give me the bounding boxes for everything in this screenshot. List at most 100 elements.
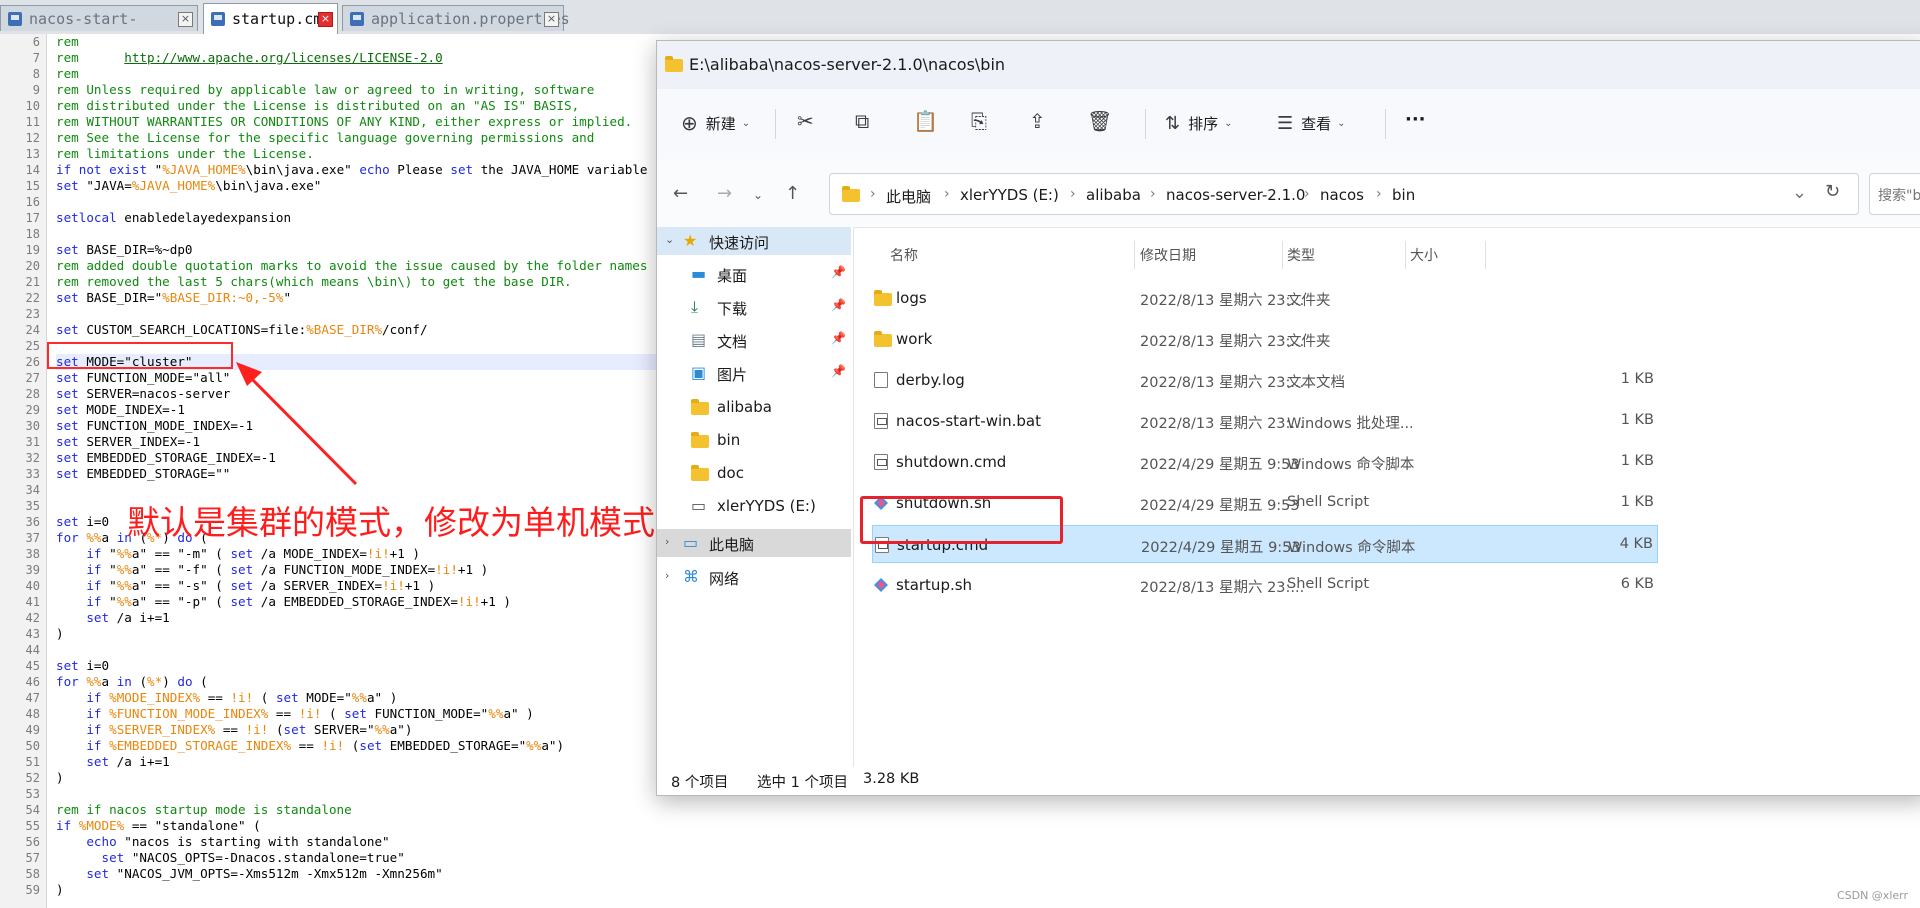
nav-item[interactable]: ⌄ ★ 快速访问 (657, 227, 851, 255)
separator (775, 109, 776, 139)
breadcrumb-item[interactable]: nacos (1320, 186, 1364, 204)
column-header-size[interactable]: 大小 (1410, 245, 1438, 265)
recent-chevron-icon[interactable]: ⌄ (753, 188, 763, 202)
file-row[interactable]: logs 2022/8/13 星期六 23:... 文件夹 (872, 279, 1658, 317)
folder-icon (874, 290, 892, 306)
column-header-type[interactable]: 类型 (1287, 245, 1315, 265)
view-label: 查看 (1301, 115, 1332, 133)
search-box[interactable]: 搜索"bin" (1869, 173, 1920, 215)
file-date: 2022/8/13 星期六 23:... (1140, 416, 1305, 432)
address-dropdown-icon[interactable]: ⌄ (1792, 182, 1807, 203)
nav-item[interactable]: bin (657, 426, 851, 454)
breadcrumb-item[interactable]: alibaba (1086, 186, 1141, 204)
window-title: E:\alibaba\nacos-server-2.1.0\nacos\bin (689, 55, 1006, 74)
nav-item[interactable]: › ⌘ 网络 (657, 563, 851, 591)
new-label: 新建 (705, 114, 736, 133)
folder-icon (665, 56, 683, 72)
column-divider[interactable] (1405, 241, 1406, 269)
nav-item[interactable]: › ▭ 此电脑 (657, 529, 851, 557)
file-row[interactable]: nacos-start-win.bat 2022/8/13 星期六 23:... W… (872, 402, 1658, 440)
nav-item[interactable]: ⤓ 下载 📌 (657, 293, 851, 321)
rename-button[interactable]: ⎘ (971, 109, 987, 133)
file-name: nacos-start-win.bat (896, 412, 1042, 430)
expand-icon[interactable]: › (665, 569, 669, 582)
item-count: 8 个项目 (671, 775, 729, 791)
pin-icon[interactable]: 📌 (831, 364, 846, 378)
file-row[interactable]: shutdown.cmd 2022/4/29 星期五 9:53 Windows 命令… (872, 443, 1658, 481)
drive-icon: ▭ (691, 496, 707, 515)
file-date: 2022/8/13 星期六 23:... (1140, 334, 1305, 350)
column-divider[interactable] (1485, 241, 1486, 269)
computer-icon: ▭ (683, 533, 699, 552)
watermark: CSDN @xlerr (1836, 889, 1908, 902)
new-button[interactable]: ⊕ 新建 ⌄ (681, 111, 750, 135)
expand-icon[interactable]: › (665, 535, 669, 548)
nav-item[interactable]: alibaba (657, 393, 851, 421)
delete-button[interactable]: 🗑 (1087, 109, 1112, 133)
picture-icon: ▣ (691, 363, 707, 382)
folder-icon (691, 432, 709, 448)
view-button[interactable]: ☰ 查看 ⌄ (1277, 113, 1346, 134)
pin-icon[interactable]: 📌 (831, 298, 846, 312)
file-name: startup.sh (896, 576, 973, 594)
selection-count: 选中 1 个项目 (757, 775, 848, 791)
file-type: Windows 命令脚本 (1288, 540, 1416, 556)
nav-item-label: 文档 (717, 333, 748, 351)
command-bar: ⊕ 新建 ⌄ ✂ ⧉ 📋 ⎘ ⇪ 🗑 ⇅ 排序 ⌄ ☰ 查看 ⌄ ··· (657, 89, 1920, 160)
explorer-titlebar[interactable]: E:\alibaba\nacos-server-2.1.0\nacos\bin (657, 41, 1920, 89)
breadcrumb-item[interactable]: 此电脑 (886, 186, 931, 207)
cut-button[interactable]: ✂ (797, 109, 814, 133)
nav-item-label: alibaba (717, 398, 772, 416)
file-type: Windows 批处理... (1287, 416, 1414, 432)
collapse-icon[interactable]: ⌄ (665, 233, 674, 246)
refresh-icon[interactable]: ↻ (1825, 181, 1840, 202)
pin-icon[interactable]: 📌 (831, 265, 846, 279)
scissors-icon: ✂ (797, 109, 814, 133)
nav-item[interactable]: ▬ 桌面 📌 (657, 260, 851, 288)
back-icon[interactable]: ← (673, 183, 688, 204)
address-bar[interactable]: › 此电脑 › xlerYYDS (E:) › alibaba › nacos-… (829, 173, 1859, 215)
pin-icon[interactable]: 📌 (831, 331, 846, 345)
column-divider[interactable] (1134, 241, 1135, 269)
breadcrumb-item[interactable]: xlerYYDS (E:) (960, 186, 1059, 204)
folder-icon (691, 399, 709, 415)
annotation-text: 默认是集群的模式，修改为单机模式 (127, 503, 655, 542)
status-bar: 8 个项目 选中 1 个项目 3.28 KB (657, 767, 1920, 795)
nav-item-label: bin (717, 431, 741, 449)
paste-button[interactable]: 📋 (913, 109, 938, 133)
breadcrumb-separator: › (1070, 186, 1076, 202)
nav-item-label: 图片 (717, 366, 748, 384)
breadcrumb-separator: › (870, 186, 876, 202)
nav-item[interactable]: doc (657, 459, 851, 487)
batch-file-icon (874, 413, 888, 429)
file-row[interactable]: startup.sh 2022/8/13 星期六 23:... Shell Scri… (872, 566, 1658, 604)
file-type: 文件夹 (1287, 293, 1331, 309)
breadcrumb-item[interactable]: nacos-server-2.1.0 (1166, 186, 1305, 204)
column-divider[interactable] (1282, 241, 1283, 269)
rename-icon: ⎘ (971, 109, 987, 133)
file-date: 2022/4/29 星期五 9:53 (1140, 457, 1300, 473)
paste-icon: 📋 (913, 109, 938, 133)
column-header-date[interactable]: 修改日期 (1140, 245, 1196, 265)
file-type: Shell Script (1287, 576, 1370, 592)
file-row[interactable]: work 2022/8/13 星期六 23:... 文件夹 (872, 320, 1658, 358)
nav-item[interactable]: ▤ 文档 📌 (657, 326, 851, 354)
copy-button[interactable]: ⧉ (855, 109, 869, 133)
file-date: 2022/4/29 星期五 9:53 (1141, 540, 1301, 556)
file-name: work (896, 330, 933, 348)
file-size: 1 KB (1620, 453, 1654, 469)
forward-icon[interactable]: → (717, 183, 732, 204)
folder-icon (691, 465, 709, 481)
file-row[interactable]: derby.log 2022/8/13 星期六 23:... 文本文档 1 KB (872, 361, 1658, 399)
view-list-icon: ☰ (1277, 113, 1294, 134)
chevron-down-icon: ⌄ (1224, 118, 1233, 129)
nav-item[interactable]: ▭ xlerYYDS (E:) (657, 492, 851, 520)
nav-item[interactable]: ▣ 图片 📌 (657, 359, 851, 387)
more-options-button[interactable]: ··· (1405, 109, 1426, 130)
sort-button[interactable]: ⇅ 排序 ⌄ (1165, 113, 1233, 134)
share-button[interactable]: ⇪ (1029, 109, 1046, 133)
breadcrumb-item[interactable]: bin (1392, 186, 1415, 204)
file-name: logs (896, 289, 927, 307)
up-icon[interactable]: ↑ (785, 183, 800, 204)
column-header-name[interactable]: 名称 (890, 245, 918, 265)
